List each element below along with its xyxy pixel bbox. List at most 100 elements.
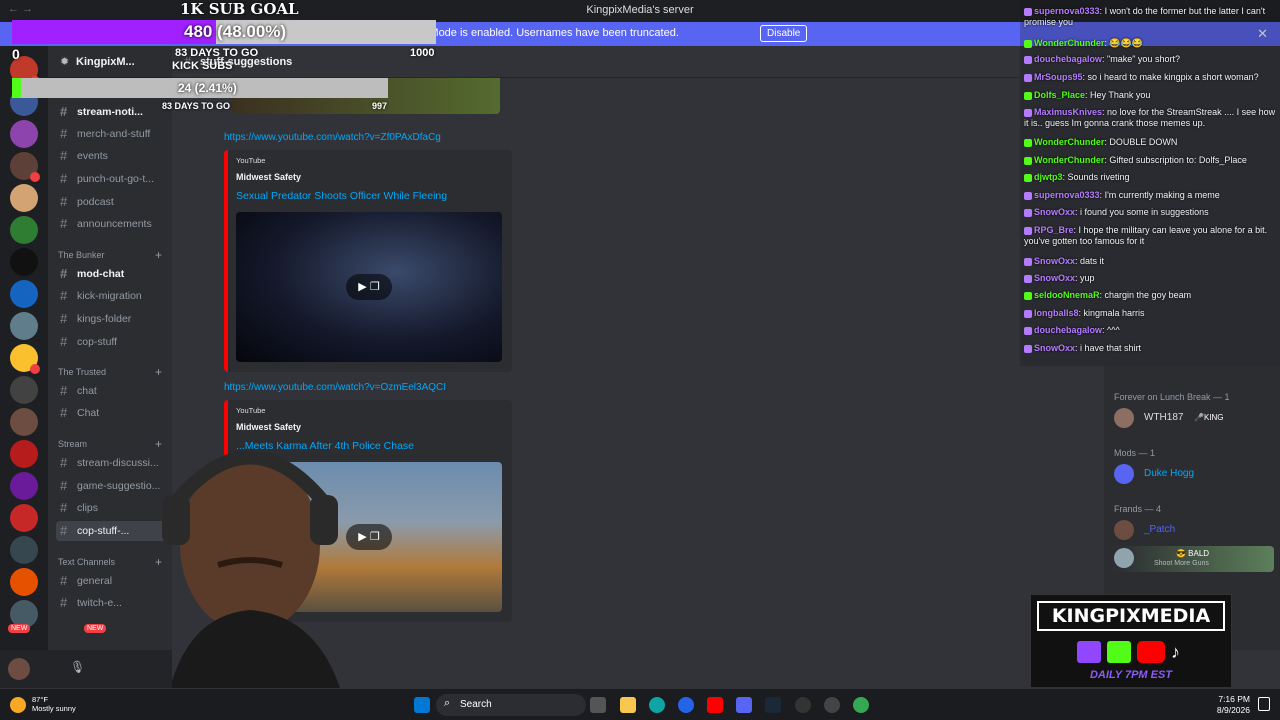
member-item[interactable]: 😎 BALD Shoot More Guns — [1114, 546, 1274, 572]
server-icon[interactable] — [10, 184, 38, 212]
category-the-trusted[interactable]: The Trusted + — [58, 365, 170, 379]
server-icon[interactable] — [10, 120, 38, 148]
server-icon[interactable] — [10, 280, 38, 308]
chat-message: SnowOxx: dats it — [1024, 256, 1278, 267]
youtube-embed: YouTube Midwest Safety Sexual Predator S… — [224, 150, 512, 372]
kick-progress-fill — [12, 78, 22, 98]
member-category: Forever on Lunch Break — 1 — [1114, 392, 1230, 402]
channel-punch-out[interactable]: # punch-out-go-t... — [56, 169, 170, 189]
channel-merch-and-stuff[interactable]: # merch-and-stuff — [56, 124, 170, 144]
category-the-bunker[interactable]: The Bunker + — [58, 248, 170, 262]
hash-icon: # — [60, 148, 68, 163]
platform-badge-icon — [1024, 39, 1032, 48]
server-icon[interactable] — [10, 504, 38, 532]
brand-schedule: DAILY 7PM EST — [1089, 669, 1173, 681]
chat-text: DOUBLE DOWN — [1109, 137, 1178, 147]
new-badge: NEW — [8, 624, 31, 633]
chat-message: douchebagalow: "make" you short? — [1024, 54, 1278, 65]
hash-icon: # — [60, 405, 68, 420]
channel-mod-chat[interactable]: # mod-chat — [56, 264, 170, 284]
member-item[interactable]: WTH187 🎤KING — [1114, 406, 1274, 432]
server-icon[interactable] — [10, 408, 38, 436]
hash-icon: # — [60, 311, 68, 326]
platform-badge-icon — [1024, 156, 1032, 165]
channel-chat[interactable]: # chat — [56, 381, 170, 401]
hash-icon: # — [60, 478, 68, 493]
weather-icon[interactable] — [10, 697, 26, 713]
channel-chat-2[interactable]: # Chat — [56, 403, 170, 423]
chat-username: WonderChunder — [1034, 137, 1105, 147]
member-tag: 🎤KING — [1194, 413, 1224, 422]
plus-icon[interactable]: + — [155, 248, 162, 262]
chat-username: longballs8 — [1034, 308, 1079, 318]
windows-start-icon[interactable] — [414, 697, 430, 713]
platform-badge-icon — [1024, 191, 1032, 200]
chat-message: SnowOxx: i found you some in suggestions — [1024, 207, 1278, 218]
taskbar-search[interactable]: ⌕ Search — [436, 694, 586, 716]
avatar[interactable] — [8, 658, 30, 680]
server-icon[interactable] — [10, 376, 38, 404]
notification-badge — [30, 172, 40, 182]
play-icon[interactable]: ▶ ❐ — [346, 274, 392, 300]
server-icon[interactable] — [10, 472, 38, 500]
channel-announcements[interactable]: # announcements — [56, 214, 170, 234]
server-icon[interactable] — [10, 312, 38, 340]
app-icon[interactable] — [795, 697, 811, 713]
server-icon[interactable] — [10, 440, 38, 468]
embed-author[interactable]: Midwest Safety — [236, 172, 301, 182]
notification-icon[interactable] — [1258, 697, 1270, 711]
steam-icon[interactable] — [765, 697, 781, 713]
server-rail: NEW — [0, 46, 48, 688]
discord-icon[interactable] — [736, 697, 752, 713]
video-thumbnail[interactable]: ▶ ❐ — [236, 212, 502, 362]
plus-icon[interactable]: + — [155, 365, 162, 379]
channel-events[interactable]: # events — [56, 146, 170, 166]
hash-icon: # — [60, 523, 68, 538]
system-clock[interactable]: 7:16 PM 8/9/2026 — [1217, 694, 1250, 716]
youtube-app-icon[interactable] — [707, 697, 723, 713]
hash-icon: # — [60, 455, 68, 470]
microphone-icon[interactable]: 🎙 — [70, 660, 85, 674]
edge-icon[interactable] — [649, 697, 665, 713]
server-icon[interactable] — [10, 568, 38, 596]
disable-button[interactable]: Disable — [760, 25, 808, 42]
member-status: Shoot More Guns — [1154, 560, 1209, 567]
chat-message: supernova0333: I'm currently making a me… — [1024, 190, 1278, 201]
member-item[interactable]: Duke Hogg — [1114, 462, 1274, 488]
chat-message: WonderChunder: Gifted subscription to: D… — [1024, 155, 1278, 166]
task-view-icon[interactable] — [590, 697, 606, 713]
avatar — [1114, 464, 1134, 484]
chat-message: Dolfs_Place: Hey Thank you — [1024, 90, 1278, 101]
youtube-link[interactable]: https://www.youtube.com/watch?v=Zf0PAxDf… — [224, 132, 441, 143]
chat-username: SnowOxx — [1034, 273, 1076, 283]
server-icon[interactable] — [10, 216, 38, 244]
chrome-icon[interactable] — [853, 697, 869, 713]
server-icon[interactable] — [10, 536, 38, 564]
embed-title[interactable]: Sexual Predator Shoots Officer While Fle… — [236, 190, 447, 202]
hash-icon: # — [60, 194, 68, 209]
hash-icon: # — [60, 573, 68, 588]
twitch-icon — [1077, 641, 1101, 663]
channel-kick-migration[interactable]: # kick-migration — [56, 286, 170, 306]
chat-message: douchebagalow: ^^^ — [1024, 325, 1278, 336]
file-explorer-icon[interactable] — [620, 697, 636, 713]
weather-widget[interactable]: 87°F Mostly sunny — [32, 695, 76, 713]
channel-cop-stuff[interactable]: # cop-stuff — [56, 332, 170, 352]
platform-badge-icon — [1024, 108, 1032, 117]
embed-provider: YouTube — [236, 406, 266, 415]
server-icon[interactable] — [10, 248, 38, 276]
hash-icon: # — [60, 334, 68, 349]
channel-kings-folder[interactable]: # kings-folder — [56, 309, 170, 329]
chat-text: yup — [1080, 273, 1095, 283]
youtube-link[interactable]: https://www.youtube.com/watch?v=OzmEel3A… — [224, 382, 446, 393]
obs-icon[interactable] — [824, 697, 840, 713]
channel-podcast[interactable]: # podcast — [56, 192, 170, 212]
member-item[interactable]: _Patch — [1114, 518, 1274, 544]
chat-message: MaximusKnives: no love for the StreamStr… — [1024, 107, 1276, 128]
tiktok-icon: ♪ — [1171, 642, 1180, 662]
windows-taskbar: 87°F Mostly sunny ⌕ Search 7:16 PM 8/9/2… — [0, 688, 1280, 720]
chat-message: longballs8: kingmala harris — [1024, 308, 1278, 319]
platform-badge-icon — [1024, 138, 1032, 147]
hash-icon: # — [60, 500, 68, 515]
app-icon[interactable] — [678, 697, 694, 713]
